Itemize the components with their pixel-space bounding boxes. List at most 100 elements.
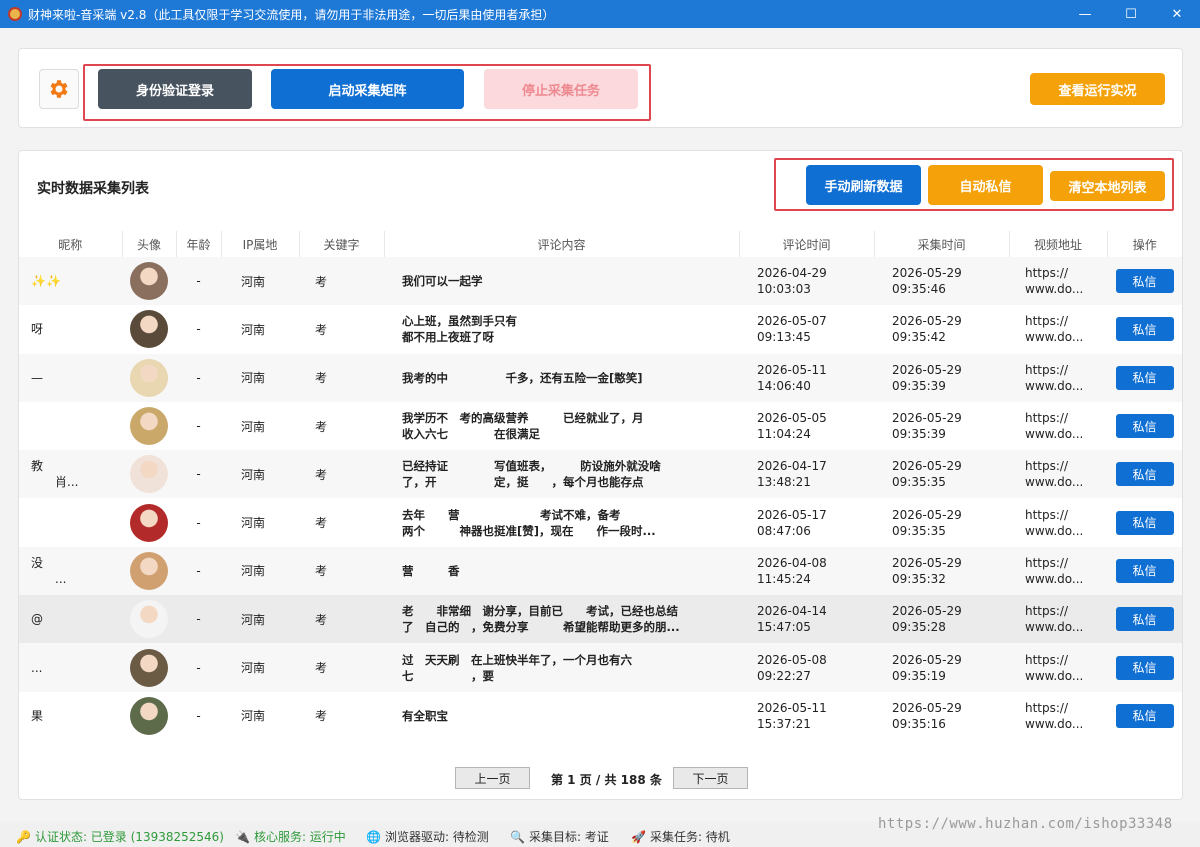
dm-button[interactable]: 私信 [1115, 414, 1174, 439]
keyword-cell: 考 [315, 419, 328, 434]
table-row[interactable]: 没 ... - 河南考营 香 2026-04-08 11:45:24 2026-05-2… [19, 546, 1182, 596]
video-url-cell[interactable]: https:// www.do... [1009, 692, 1107, 740]
comment-cell: 去年 营 考试不难，备考 两个 神器也挺准[赞]，现在 作一段时... [402, 507, 656, 538]
video-url-cell[interactable]: https:// www.do... [1009, 643, 1107, 692]
avatar[interactable] [130, 262, 168, 301]
data-table: 昵称 头像 年龄 IP属地 关键字 评论内容 评论时间 采集时间 视频地址 操作… [19, 231, 1182, 740]
video-url-cell[interactable]: https:// www.do... [1009, 353, 1107, 402]
nickname-cell [19, 498, 122, 546]
column-header[interactable]: IP属地 [221, 231, 300, 257]
dm-button[interactable]: 私信 [1115, 655, 1174, 680]
core-status-text: 核心服务: 运行中 [253, 830, 346, 844]
avatar[interactable] [130, 310, 168, 349]
close-button[interactable]: ✕ [1154, 0, 1200, 28]
app-logo-icon [8, 7, 22, 21]
column-header[interactable]: 采集时间 [874, 231, 1010, 257]
view-status-button[interactable]: 查看运行实况 [1030, 73, 1165, 105]
column-header[interactable]: 视频地址 [1009, 231, 1108, 257]
age-cell: - [176, 257, 221, 306]
dm-button[interactable]: 私信 [1115, 558, 1174, 583]
avatar[interactable] [130, 600, 168, 639]
avatar[interactable] [130, 407, 168, 446]
dm-button[interactable]: 私信 [1115, 510, 1174, 535]
column-header[interactable]: 评论内容 [384, 231, 740, 257]
table-row[interactable]: — - 河南考我考的中 千多，还有五险一金[憨笑] 2026-05-11 14:06:… [19, 353, 1182, 402]
collect-time-cell: 2026-05-29 09:35:39 [874, 353, 1009, 402]
age-cell: - [196, 322, 201, 337]
task-status-text: 采集任务: 待机 [649, 830, 730, 844]
maximize-button[interactable]: ☐ [1108, 0, 1154, 28]
dm-button[interactable]: 私信 [1115, 317, 1174, 342]
avatar-cell [122, 643, 176, 692]
column-header[interactable]: 关键字 [299, 231, 385, 257]
age-cell: - [176, 643, 221, 692]
minimize-button[interactable]: — [1062, 0, 1108, 28]
comment-cell: 老 非常细 谢分享，目前已 考试，已经也总结 了 自己的 ，免费分享 希望能帮助… [384, 595, 739, 644]
table-row[interactable]: 教 肖... - 河南考已经持证 写值班表， 防设施外就没啥 了，开 定，挺 ，每个… [19, 450, 1182, 499]
table-row[interactable]: - 河南 考 去年 营 考试不难，备考 两个 神器也挺准[赞]，现在 作一段时... 2… [19, 498, 1182, 546]
task-status: 🚀 采集任务: 待机 [631, 828, 730, 845]
refresh-button[interactable]: 手动刷新数据 [806, 165, 921, 205]
action-cell: 私信 [1107, 643, 1182, 692]
window-controls: — ☐ ✕ [1062, 0, 1200, 28]
avatar[interactable] [130, 551, 168, 590]
comment-cell: 我考的中 千多，还有五险一金[憨笑] [384, 353, 739, 402]
keyword-cell: 考 [315, 516, 328, 531]
table-row[interactable]: ... - 河南考过 天天刷 在上班快半年了，一个月也有六 七 ，要 2026-05-… [19, 643, 1182, 692]
comment-time-cell: 2026-05-05 11:04:24 [757, 411, 827, 442]
nickname-cell: 呀 [31, 322, 44, 337]
settings-button[interactable] [39, 69, 79, 109]
avatar[interactable] [130, 648, 168, 687]
action-cell: 私信 [1107, 595, 1182, 644]
comment-cell: 有全职宝 [402, 708, 448, 723]
clear-list-button[interactable]: 清空本地列表 [1050, 171, 1165, 201]
action-cell: 私信 [1107, 546, 1182, 596]
column-header[interactable]: 年龄 [176, 231, 222, 257]
avatar[interactable] [130, 696, 168, 735]
nickname-cell [19, 402, 122, 450]
video-url-cell[interactable]: https:// www.do... [1009, 450, 1107, 499]
table-row[interactable]: ✨✨ - 河南考我们可以一起学 2026-04-29 10:03:03 2026-05-… [19, 257, 1182, 306]
auto-dm-button[interactable]: 自动私信 [928, 165, 1043, 205]
keyword-cell: 考 [315, 322, 328, 337]
column-header[interactable]: 昵称 [19, 231, 123, 257]
comment-time-cell: 2026-04-17 13:48:21 [739, 450, 874, 499]
dm-button[interactable]: 私信 [1115, 703, 1174, 728]
video-url-cell[interactable]: https:// www.do... [1009, 305, 1107, 353]
table-row[interactable]: 呀 - 河南 考 心上班，虽然到手只有 都不用上夜班了呀 2026-05-07 09:13… [19, 305, 1182, 353]
video-url-cell[interactable]: https:// www.do... [1009, 595, 1107, 644]
login-button[interactable]: 身份验证登录 [98, 69, 252, 109]
next-page-button[interactable]: 下一页 [673, 767, 748, 789]
dm-button[interactable]: 私信 [1115, 462, 1174, 487]
rocket-icon: 🚀 [631, 829, 646, 844]
table-row[interactable]: 果 - 河南 考 有全职宝 2026-05-11 15:37:21 2026-05-29 0… [19, 692, 1182, 740]
video-url-cell[interactable]: https:// www.do... [1009, 546, 1107, 596]
video-url-cell[interactable]: https:// www.do... [1009, 257, 1107, 306]
title-bar: 财神来啦-音采端 v2.8（此工具仅限于学习交流使用，请勿用于非法用途，一切后果… [0, 0, 1200, 28]
dm-button[interactable]: 私信 [1115, 607, 1174, 632]
dm-button[interactable]: 私信 [1115, 269, 1174, 294]
video-url-cell[interactable]: https:// www.do... [1009, 498, 1107, 546]
watermark: https://www.huzhan.com/ishop33348 [878, 816, 1173, 832]
video-url-cell[interactable]: https:// www.do... [1009, 402, 1107, 450]
avatar[interactable] [130, 358, 168, 397]
avatar[interactable] [130, 455, 168, 494]
core-status: 🔌 核心服务: 运行中 [235, 828, 346, 845]
column-header[interactable]: 头像 [122, 231, 177, 257]
ip-cell: 河南 [221, 353, 299, 402]
prev-page-button[interactable]: 上一页 [455, 767, 530, 789]
table-row[interactable]: - 河南 考 我学历不 考的高级营养 已经就业了，月 收入六七 在很满足 2026-05… [19, 402, 1182, 450]
table-row[interactable]: @ - 河南考老 非常细 谢分享，目前已 考试，已经也总结 了 自己的 ，免费分享 … [19, 595, 1182, 644]
driver-status-text: 浏览器驱动: 待检测 [384, 830, 489, 844]
avatar[interactable] [130, 503, 168, 542]
column-header[interactable]: 操作 [1107, 231, 1182, 257]
column-header[interactable]: 评论时间 [739, 231, 875, 257]
search-icon: 🔍 [510, 829, 525, 844]
comment-time-cell: 2026-05-17 08:47:06 [757, 507, 827, 538]
avatar-cell [122, 546, 176, 596]
nickname-cell: — [19, 353, 122, 402]
collect-time-cell: 2026-05-29 09:35:35 [874, 450, 1009, 499]
start-collect-button[interactable]: 启动采集矩阵 [271, 69, 464, 109]
dm-button[interactable]: 私信 [1115, 365, 1174, 390]
stop-collect-button[interactable]: 停止采集任务 [484, 69, 638, 109]
